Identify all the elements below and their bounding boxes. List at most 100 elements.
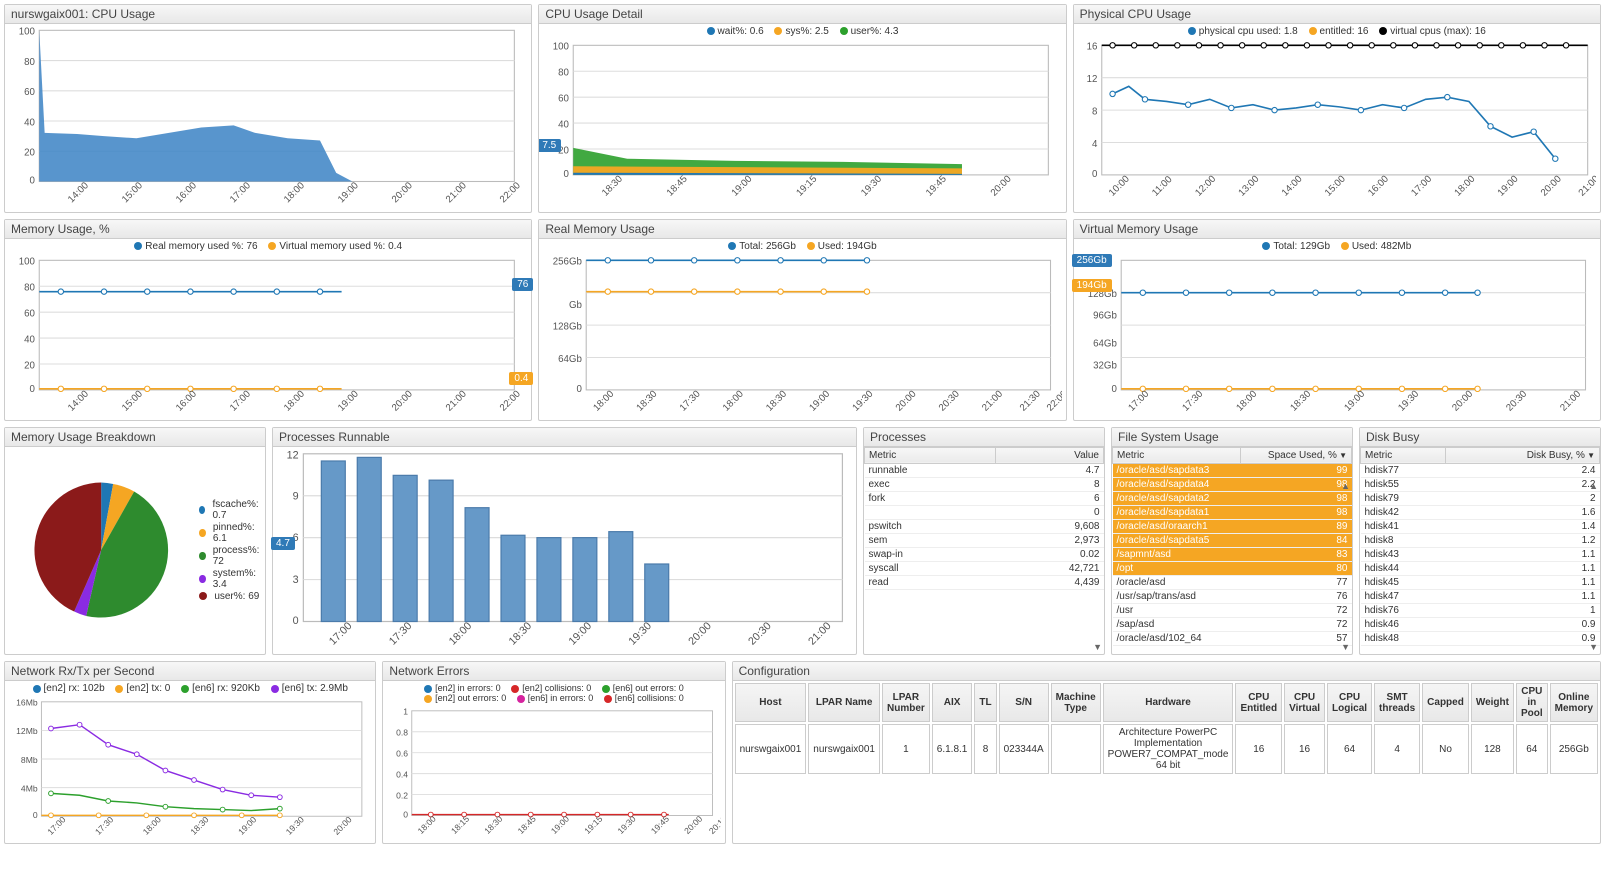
table-row[interactable]: /usr72 (1113, 603, 1352, 617)
table-row[interactable]: hdisk761 (1361, 603, 1600, 617)
table-row[interactable]: /opt80 (1113, 561, 1352, 575)
table-row[interactable]: hdisk480.9 (1361, 631, 1600, 645)
config-col[interactable]: CPU in Pool (1516, 683, 1548, 722)
legend-en6out[interactable]: [en6] out errors: 0 (613, 683, 684, 693)
legend-wait[interactable]: wait%: 0.6 (718, 26, 764, 37)
legend-sys[interactable]: sys%: 2.5 (785, 26, 828, 37)
legend-system[interactable]: system%: 3.4 (213, 568, 261, 590)
scroll-up-icon[interactable]: ▲ (1341, 481, 1350, 491)
legend-user[interactable]: user%: 4.3 (851, 26, 899, 37)
table-row[interactable]: runnable4.7 (865, 463, 1104, 477)
disk-table[interactable]: Metric Disk Busy, % hdisk772.4hdisk552.2… (1360, 447, 1600, 646)
config-col[interactable]: CPU Virtual (1284, 683, 1325, 722)
legend-real-mem[interactable]: Real memory used %: 76 (145, 241, 257, 252)
fs-table[interactable]: Metric Space Used, % /oracle/asd/sapdata… (1112, 447, 1352, 646)
legend-en6rx[interactable]: [en6] rx: 920Kb (192, 683, 260, 694)
table-row[interactable]: hdisk81.2 (1361, 533, 1600, 547)
config-col[interactable]: CPU Logical (1327, 683, 1372, 722)
table-row[interactable]: hdisk421.6 (1361, 505, 1600, 519)
table-row[interactable]: hdisk552.2 (1361, 477, 1600, 491)
config-col[interactable]: Capped (1422, 683, 1469, 722)
table-row[interactable]: /oracle/asd/sapdata399 (1113, 463, 1352, 477)
config-col[interactable]: Online Memory (1550, 683, 1598, 722)
table-row[interactable]: /sapmnt/asd83 (1113, 547, 1352, 561)
config-col[interactable]: Host (735, 683, 807, 722)
table-row[interactable]: hdisk431.1 (1361, 547, 1600, 561)
table-row[interactable]: fork6 (865, 491, 1104, 505)
legend-real-used[interactable]: Used: 194Gb (818, 241, 877, 252)
legend-en6col[interactable]: [en6] collisions: 0 (615, 693, 684, 703)
legend-virt-mem[interactable]: Virtual memory used %: 0.4 (279, 241, 402, 252)
legend-en6tx[interactable]: [en6] tx: 2.9Mb (282, 683, 348, 694)
table-row[interactable]: /oracle/asd/sapdata298 (1113, 491, 1352, 505)
legend-virtmax[interactable]: virtual cpus (max): 16 (1390, 26, 1486, 37)
legend-process[interactable]: process%: 72 (213, 545, 261, 567)
config-col[interactable]: Hardware (1103, 683, 1234, 722)
legend-real-total[interactable]: Total: 256Gb (739, 241, 796, 252)
legend-virt-used[interactable]: Used: 482Mb (1352, 241, 1411, 252)
processes-col-metric[interactable]: Metric (865, 447, 996, 463)
scroll-down-icon[interactable]: ▼ (1093, 642, 1102, 652)
table-row[interactable]: hdisk411.4 (1361, 519, 1600, 533)
table-row[interactable]: /oracle/asd/sapdata584 (1113, 533, 1352, 547)
fs-col-metric[interactable]: Metric (1113, 447, 1241, 463)
table-row[interactable]: 0 (865, 505, 1104, 519)
table-row[interactable]: hdisk792 (1361, 491, 1600, 505)
config-col[interactable]: TL (974, 683, 996, 722)
table-row[interactable]: pswitch9,608 (865, 519, 1104, 533)
table-row[interactable]: exec8 (865, 477, 1104, 491)
table-row[interactable]: hdisk441.1 (1361, 561, 1600, 575)
table-row[interactable]: read4,439 (865, 575, 1104, 589)
config-col[interactable]: Machine Type (1051, 683, 1101, 722)
config-col[interactable]: S/N (999, 683, 1049, 722)
svg-text:100: 100 (553, 42, 570, 53)
table-row[interactable]: syscall42,721 (865, 561, 1104, 575)
scroll-up-icon[interactable]: ▲ (1589, 481, 1598, 491)
config-col[interactable]: AIX (932, 683, 973, 722)
legend-en6in[interactable]: [en6] in errors: 0 (528, 693, 594, 703)
legend-en2out[interactable]: [en2] out errors: 0 (435, 693, 506, 703)
table-row[interactable]: /sap/asd72 (1113, 617, 1352, 631)
legend-en2in[interactable]: [en2] in errors: 0 (435, 683, 501, 693)
svg-text:18:00: 18:00 (282, 180, 307, 205)
config-col[interactable]: SMT threads (1374, 683, 1420, 722)
processes-col-value[interactable]: Value (996, 447, 1104, 463)
config-table[interactable]: HostLPAR NameLPAR NumberAIXTLS/NMachine … (733, 681, 1600, 776)
table-row[interactable]: hdisk451.1 (1361, 575, 1600, 589)
legend-en2tx[interactable]: [en2] tx: 0 (126, 683, 170, 694)
processes-table[interactable]: Metric Value runnable4.7exec8fork60pswit… (864, 447, 1104, 590)
legend-userpct[interactable]: user%: 69 (214, 591, 259, 602)
svg-text:96Gb: 96Gb (1093, 310, 1117, 321)
config-col[interactable]: CPU Entitled (1235, 683, 1282, 722)
config-col[interactable]: LPAR Name (808, 683, 880, 722)
table-row[interactable]: /oracle/asd/oraarch189 (1113, 519, 1352, 533)
legend-virt-total[interactable]: Total: 129Gb (1273, 241, 1330, 252)
legend-en2col[interactable]: [en2] collisions: 0 (522, 683, 591, 693)
table-row[interactable]: /oracle/asd/sapdata498 (1113, 477, 1352, 491)
svg-text:11:00: 11:00 (1150, 174, 1175, 199)
legend-physused[interactable]: physical cpu used: 1.8 (1199, 26, 1298, 37)
scroll-down-icon[interactable]: ▼ (1341, 642, 1350, 652)
fs-col-value[interactable]: Space Used, % (1240, 447, 1351, 463)
disk-col-value[interactable]: Disk Busy, % (1445, 447, 1599, 463)
config-col[interactable]: Weight (1471, 683, 1514, 722)
table-row[interactable]: swap-in0.02 (865, 547, 1104, 561)
legend-en2rx[interactable]: [en2] rx: 102b (44, 683, 105, 694)
config-col[interactable]: LPAR Number (882, 683, 930, 722)
table-row[interactable]: hdisk772.4 (1361, 463, 1600, 477)
table-row[interactable]: /oracle/asd/102_6457 (1113, 631, 1352, 645)
svg-text:16:00: 16:00 (174, 388, 199, 413)
table-row[interactable]: /oracle/asd77 (1113, 575, 1352, 589)
table-row[interactable]: /oracle/asd/sapdata198 (1113, 505, 1352, 519)
table-row[interactable]: /usr/sap/trans/asd76 (1113, 589, 1352, 603)
svg-text:Gb: Gb (569, 299, 582, 310)
disk-col-metric[interactable]: Metric (1361, 447, 1446, 463)
legend-fscache[interactable]: fscache%: 0.7 (212, 499, 261, 521)
table-row[interactable]: sem2,973 (865, 533, 1104, 547)
table-row[interactable]: hdisk471.1 (1361, 589, 1600, 603)
legend-entitled[interactable]: entitled: 16 (1320, 26, 1369, 37)
legend-pinned[interactable]: pinned%: 6.1 (213, 522, 261, 544)
table-row[interactable]: hdisk460.9 (1361, 617, 1600, 631)
scroll-down-icon[interactable]: ▼ (1589, 642, 1598, 652)
svg-text:18:30: 18:30 (483, 814, 505, 836)
